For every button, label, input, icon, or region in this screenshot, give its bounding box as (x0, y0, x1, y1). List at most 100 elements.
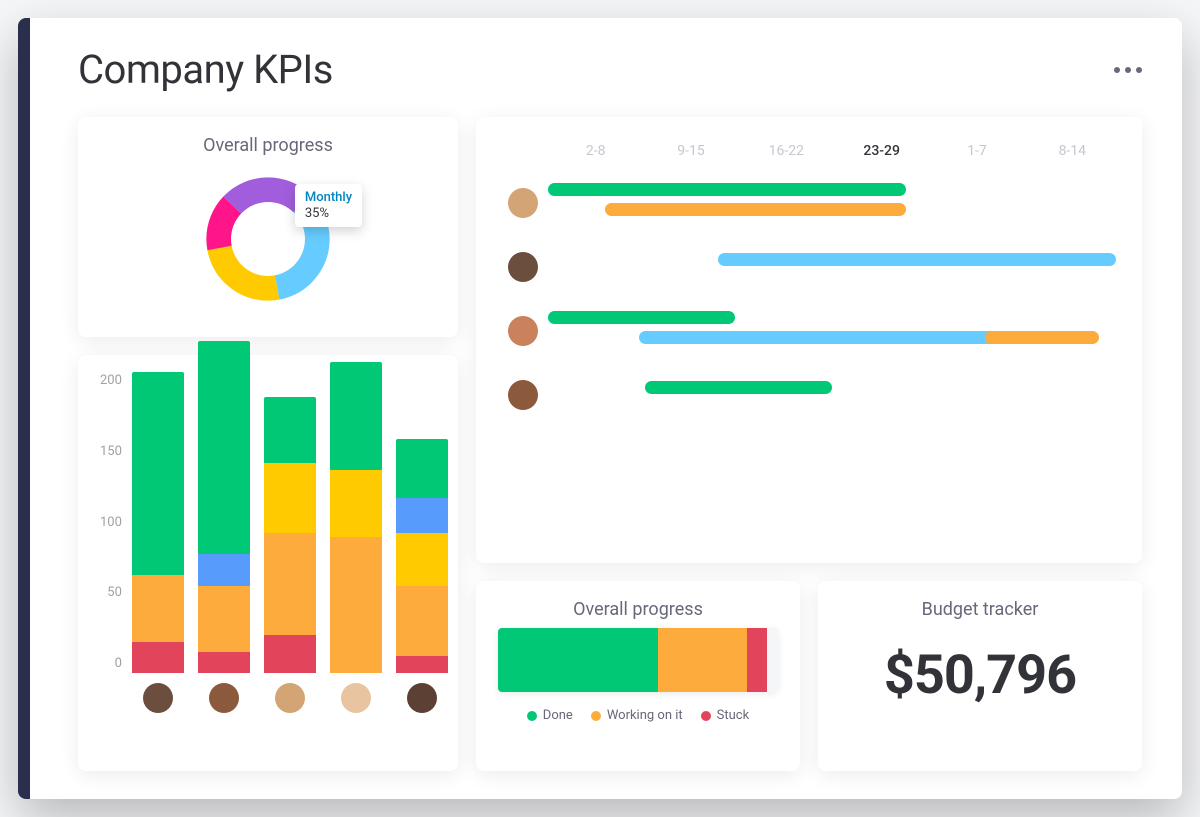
bars-area (132, 373, 448, 713)
bar-column (264, 397, 316, 714)
bar-segment-green (198, 341, 250, 555)
gantt-column-header[interactable]: 9-15 (643, 143, 738, 159)
y-tick: 200 (100, 373, 122, 388)
gantt-bar[interactable] (645, 381, 832, 394)
bar-segment-orange (198, 586, 250, 653)
overall-progress-donut-card: Overall progress Monthly 35% (78, 117, 458, 337)
bar-stack (330, 362, 382, 674)
gantt-card: 2-89-1516-2223-291-78-14 (476, 117, 1142, 563)
gantt-header: 2-89-1516-2223-291-78-14 (498, 143, 1120, 159)
legend-item: Done (527, 708, 573, 723)
dashboard-page: Company KPIs Overall progress Monthly 35… (18, 18, 1182, 799)
progress-segment (767, 628, 778, 692)
bar-segment-green (264, 397, 316, 464)
gantt-row (498, 311, 1116, 351)
bar-segment-blue (396, 498, 448, 533)
bar-column (132, 372, 184, 713)
main-area: Company KPIs Overall progress Monthly 35… (30, 18, 1182, 799)
avatar (341, 683, 371, 713)
card-title: Overall progress (100, 135, 436, 156)
progress-bar (498, 628, 778, 692)
avatar (508, 316, 538, 346)
progress-legend: Done Working on it Stuck (498, 708, 778, 723)
gantt-column-header[interactable]: 8-14 (1025, 143, 1120, 159)
progress-segment (498, 628, 658, 692)
legend-label: Done (543, 708, 573, 723)
bar-segment-red (132, 642, 184, 674)
bar-segment-red (396, 656, 448, 674)
avatar (508, 380, 538, 410)
progress-segment (658, 628, 748, 692)
page-title: Company KPIs (78, 46, 333, 93)
y-tick: 0 (115, 656, 122, 671)
gantt-bar[interactable] (718, 253, 1116, 266)
gantt-bar[interactable] (985, 331, 1099, 344)
gantt-row (498, 375, 1116, 415)
bar-stack (198, 341, 250, 674)
gantt-row (498, 247, 1116, 287)
bar-stack (264, 397, 316, 674)
gantt-bars-cell (548, 381, 1116, 409)
legend-dot (701, 711, 711, 721)
avatar (508, 188, 538, 218)
gantt-bars-cell (548, 183, 1116, 223)
bottom-row: Overall progress DoneWorking on itStuck … (476, 581, 1142, 771)
avatar (143, 683, 173, 713)
header: Company KPIs (78, 46, 1142, 93)
gantt-rows (498, 183, 1120, 415)
legend-label: Stuck (717, 708, 750, 723)
gantt-column-header[interactable]: 23-29 (834, 143, 929, 159)
avatar (209, 683, 239, 713)
bar-column (330, 362, 382, 714)
gantt-row (498, 183, 1116, 223)
legend-item: Working on it (591, 708, 683, 723)
gantt-column-header[interactable]: 16-22 (739, 143, 834, 159)
donut-tooltip: Monthly 35% (295, 184, 362, 227)
gantt-bar[interactable] (548, 183, 906, 196)
bar-segment-green (396, 439, 448, 499)
more-menu-button[interactable] (1114, 67, 1142, 73)
bar-segment-green (330, 362, 382, 471)
progress-segment (747, 628, 767, 692)
overall-progress-bar-card: Overall progress Done Working on it Stuck (476, 581, 800, 771)
bar-column (396, 439, 448, 714)
gantt-column-header[interactable]: 1-7 (929, 143, 1024, 159)
gantt-bar[interactable] (639, 331, 1031, 344)
bar-segment-orange (264, 533, 316, 635)
bar-column (198, 341, 250, 714)
bar-segment-orange (132, 575, 184, 642)
bar-stack (132, 372, 184, 673)
avatar (407, 683, 437, 713)
widget-grid: Overall progress Monthly 35% 200 150 100 50… (78, 117, 1142, 771)
y-tick: 150 (100, 444, 122, 459)
donut-chart: Monthly 35% (100, 164, 436, 314)
avatar (275, 683, 305, 713)
budget-value: $50,796 (840, 644, 1120, 707)
bar-segment-blue (198, 554, 250, 586)
y-tick: 100 (100, 515, 122, 530)
bar-stack (396, 439, 448, 674)
bar-segment-yellow (264, 463, 316, 533)
card-title: Budget tracker (840, 599, 1120, 620)
left-side-rail (18, 18, 30, 799)
bar-segment-yellow (330, 470, 382, 537)
legend-item: Stuck (701, 708, 750, 723)
legend-dot (527, 711, 537, 721)
stacked-bar-chart: 200 150 100 50 0 (100, 373, 436, 713)
bar-segment-orange (330, 537, 382, 674)
bar-segment-red (198, 652, 250, 673)
tooltip-label: Monthly (305, 190, 352, 206)
bar-segment-green (132, 372, 184, 575)
gantt-bar[interactable] (605, 203, 906, 216)
gantt-bars-cell (548, 311, 1116, 351)
bar-segment-orange (396, 586, 448, 656)
bar-segment-yellow (396, 533, 448, 586)
legend-dot (591, 711, 601, 721)
avatar (508, 252, 538, 282)
y-axis: 200 150 100 50 0 (100, 373, 132, 713)
y-tick: 50 (107, 585, 122, 600)
card-title: Overall progress (498, 599, 778, 620)
bar-segment-red (264, 635, 316, 674)
gantt-bar[interactable] (548, 311, 735, 324)
gantt-column-header[interactable]: 2-8 (548, 143, 643, 159)
